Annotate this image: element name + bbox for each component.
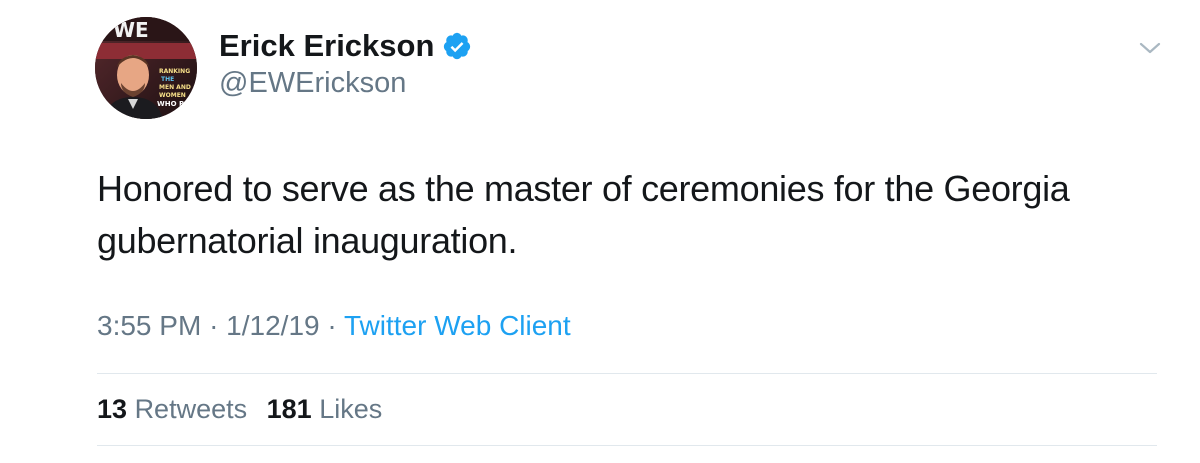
likes-label: Likes xyxy=(319,394,383,424)
tweet-card: WE RANKING THE MEN AND WOMEN WHO RU Eric… xyxy=(0,0,1200,463)
tweet-time[interactable]: 3:55 PM xyxy=(97,310,201,341)
tweet-text: Honored to serve as the master of ceremo… xyxy=(97,168,1070,261)
author-name[interactable]: Erick Erickson xyxy=(219,28,434,64)
svg-text:THE: THE xyxy=(161,76,174,83)
divider xyxy=(97,445,1157,446)
svg-text:WHO RU: WHO RU xyxy=(157,100,190,108)
verified-badge-icon xyxy=(442,31,472,61)
meta-separator: · xyxy=(209,310,219,341)
tweet-meta: 3:55 PM · 1/12/19 · Twitter Web Client xyxy=(97,308,571,344)
author-name-row[interactable]: Erick Erickson xyxy=(219,28,472,64)
tweet-stats: 13 Retweets 181 Likes xyxy=(97,392,382,426)
avatar[interactable]: WE RANKING THE MEN AND WOMEN WHO RU xyxy=(95,17,197,119)
author-handle[interactable]: @EWErickson xyxy=(219,66,406,100)
retweets-count: 13 xyxy=(97,394,128,424)
tweet-date[interactable]: 1/12/19 xyxy=(226,310,319,341)
svg-text:RANKING: RANKING xyxy=(159,68,190,75)
avatar-image: WE RANKING THE MEN AND WOMEN WHO RU xyxy=(95,17,197,119)
retweets-stat[interactable]: 13 Retweets xyxy=(97,394,255,424)
svg-text:MEN AND: MEN AND xyxy=(159,84,191,91)
svg-text:WE: WE xyxy=(113,18,149,42)
tweet-source-link[interactable]: Twitter Web Client xyxy=(344,310,571,341)
svg-text:WOMEN: WOMEN xyxy=(159,92,186,99)
likes-count: 181 xyxy=(266,394,312,424)
retweets-label: Retweets xyxy=(134,394,248,424)
likes-stat[interactable]: 181 Likes xyxy=(267,394,383,424)
tweet-menu-button[interactable] xyxy=(1136,36,1164,60)
meta-separator: · xyxy=(327,310,337,341)
chevron-down-icon xyxy=(1139,42,1161,54)
divider xyxy=(97,373,1157,374)
